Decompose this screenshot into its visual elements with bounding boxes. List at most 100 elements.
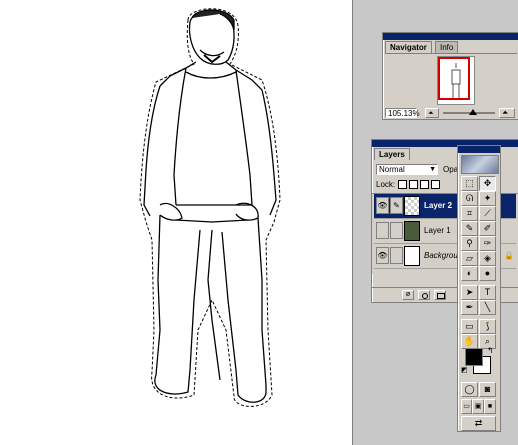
swap-colors-icon[interactable]: ↰ <box>487 346 494 355</box>
dodge-tool-button[interactable]: ● <box>479 266 496 281</box>
zoom-in-button[interactable]: ⏶ <box>499 108 515 118</box>
slice-icon: ⟋ <box>484 208 491 218</box>
brush-link-icon[interactable]: ✎ <box>390 197 403 214</box>
color-swatches: ↰ ◩ <box>461 346 497 376</box>
clone-stamp-tool-button[interactable]: ⚲ <box>461 236 478 251</box>
jump-to-imageready-button[interactable]: ⇄ <box>461 416 496 431</box>
eraser-tool-button[interactable]: ▱ <box>461 251 478 266</box>
screen-mode-standard-button[interactable]: ▭ <box>461 399 472 414</box>
toolbox: ⬚ ✥ ᘏ ✦ ⌗ ⟋ ✎ ✐ ⚲ ✑ ▱ ◈ ◐ ● ➤ T ✒ ╲ ▭ ⟆ ✋ ⌕ ↰ ◩ ◯ ◙ ▭ ▣ ■ ⇄ <box>457 145 501 432</box>
blend-mode-select[interactable]: Normal ▼ <box>376 164 438 175</box>
mask-icon <box>422 293 428 299</box>
zoom-field[interactable]: 105.13% <box>385 108 420 118</box>
tab-layers[interactable]: Layers <box>374 148 410 160</box>
visibility-eye-icon[interactable]: 👁 <box>376 197 389 214</box>
paint-bucket-icon: ◈ <box>484 253 491 263</box>
imageready-icon: ⇄ <box>474 418 483 428</box>
tab-navigator[interactable]: Navigator <box>385 41 432 53</box>
line-tool-button[interactable]: ╲ <box>479 300 496 315</box>
lock-image-checkbox[interactable] <box>409 180 419 190</box>
zoom-slider-thumb[interactable] <box>469 109 477 115</box>
quick-mask-button[interactable]: ◙ <box>479 382 496 397</box>
visibility-eye-icon[interactable]: 👁 <box>376 247 389 264</box>
eyedropper-icon: ⟆ <box>485 321 490 331</box>
screen-mode-menu-icon: ▣ <box>474 403 482 410</box>
zoom-icon: ⌕ <box>484 336 491 346</box>
screen-mode-full-button[interactable]: ■ <box>484 399 496 414</box>
layer-style-button[interactable]: ø <box>402 290 414 300</box>
toolbox-titlebar[interactable] <box>458 146 500 153</box>
link-empty-icon[interactable] <box>390 222 403 239</box>
pen-tool-button[interactable]: ✒ <box>461 300 478 315</box>
crop-icon: ⌗ <box>466 208 473 218</box>
crop-tool-button[interactable]: ⌗ <box>461 206 478 221</box>
healing-brush-icon: ✎ <box>465 223 474 233</box>
folder-icon <box>437 293 445 299</box>
new-set-button[interactable] <box>434 290 446 300</box>
history-brush-tool-button[interactable]: ✑ <box>479 236 496 251</box>
navigator-figure <box>451 63 461 98</box>
magic-wand-icon: ✦ <box>483 193 492 203</box>
default-colors-icon[interactable]: ◩ <box>461 366 468 374</box>
standard-mode-button[interactable]: ◯ <box>461 382 478 397</box>
screen-mode-menu-button[interactable]: ▣ <box>472 399 484 414</box>
notes-tool-button[interactable]: ▭ <box>461 319 478 334</box>
path-select-icon: ➤ <box>465 287 474 297</box>
screen-mode-full-icon: ■ <box>487 403 493 410</box>
blur-tool-button[interactable]: ◐ <box>461 266 478 281</box>
navigator-preview[interactable] <box>385 53 517 106</box>
slice-tool-button[interactable]: ⟋ <box>479 206 496 221</box>
notes-icon: ▭ <box>465 321 474 331</box>
screen-mode-icon: ▭ <box>463 403 470 410</box>
add-mask-button[interactable] <box>418 290 430 300</box>
mountain-small-icon: ⏶ <box>428 110 434 117</box>
pen-icon: ✒ <box>465 302 474 312</box>
clone-stamp-icon: ⚲ <box>466 238 473 248</box>
magic-wand-tool-button[interactable]: ✦ <box>479 191 496 206</box>
marquee-tool-button[interactable]: ⬚ <box>461 176 478 191</box>
healing-brush-tool-button[interactable]: ✎ <box>461 221 478 236</box>
zoom-slider[interactable] <box>443 109 495 115</box>
chevron-down-icon: ▼ <box>429 166 436 173</box>
standard-mode-icon: ◯ <box>464 384 475 394</box>
lock-icon: 🔒 <box>504 251 514 260</box>
lock-row: Lock: <box>376 180 442 190</box>
navigator-titlebar[interactable] <box>383 33 518 40</box>
move-tool-button[interactable]: ✥ <box>479 176 496 191</box>
lock-label: Lock: <box>376 180 396 189</box>
brush-icon: ✐ <box>483 223 492 233</box>
tab-info[interactable]: Info <box>435 41 459 53</box>
lasso-icon: ᘏ <box>465 193 474 203</box>
type-tool-button[interactable]: T <box>479 285 496 300</box>
history-brush-icon: ✑ <box>483 238 492 248</box>
foreground-color-swatch[interactable] <box>465 348 483 366</box>
layer-name: Layer 1 <box>424 226 451 235</box>
lock-position-checkbox[interactable] <box>420 180 430 190</box>
lock-transparency-checkbox[interactable] <box>398 180 408 190</box>
eraser-icon: ▱ <box>466 253 473 263</box>
visibility-empty-icon[interactable] <box>376 222 389 239</box>
navigator-panel: Navigator Info 105.13% ⏶ ⏶ <box>382 32 518 120</box>
blend-mode-value: Normal <box>379 165 405 174</box>
layer-name: Layer 2 <box>424 201 453 210</box>
layer-2-thumbnail <box>404 196 420 216</box>
layer-1-thumbnail <box>404 221 420 241</box>
quick-mask-icon: ◙ <box>484 384 491 394</box>
blur-icon: ◐ <box>466 268 473 278</box>
path-select-tool-button[interactable]: ➤ <box>461 285 478 300</box>
lock-all-checkbox[interactable] <box>431 180 441 190</box>
eyedropper-tool-button[interactable]: ⟆ <box>479 319 496 334</box>
background-thumbnail <box>404 246 420 266</box>
document-canvas[interactable] <box>0 0 353 445</box>
person-drawing <box>139 8 281 407</box>
zoom-out-button[interactable]: ⏶ <box>425 108 439 118</box>
line-icon: ╲ <box>484 302 491 312</box>
toolbox-logo <box>461 155 499 174</box>
dodge-icon: ● <box>484 268 491 278</box>
layer-style-icon: ø <box>405 291 411 298</box>
mountain-large-icon: ⏶ <box>502 108 509 117</box>
lasso-tool-button[interactable]: ᘏ <box>461 191 478 206</box>
paint-bucket-tool-button[interactable]: ◈ <box>479 251 496 266</box>
link-empty-icon[interactable] <box>390 247 403 264</box>
brush-tool-button[interactable]: ✐ <box>479 221 496 236</box>
